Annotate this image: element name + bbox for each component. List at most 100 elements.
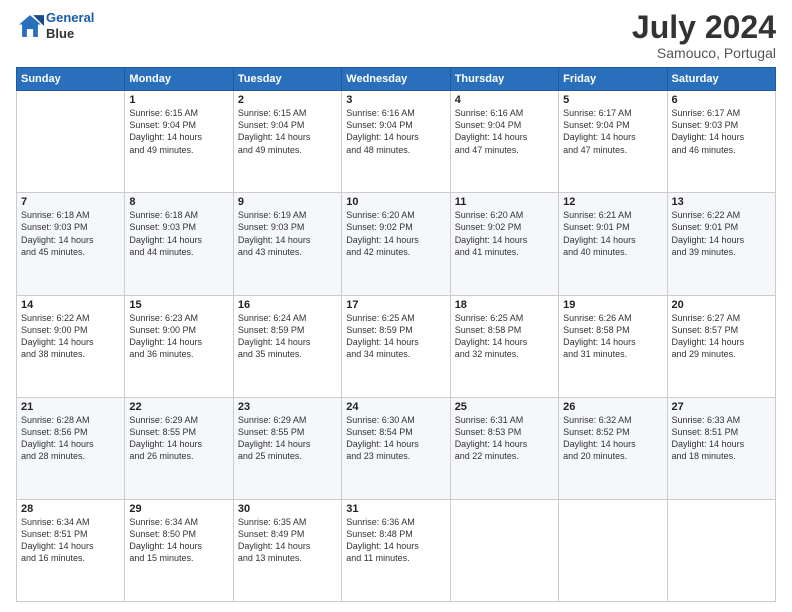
day-number: 1 xyxy=(129,94,228,106)
calendar-cell: 17Sunrise: 6:25 AM Sunset: 8:59 PM Dayli… xyxy=(342,295,450,397)
day-number: 22 xyxy=(129,401,228,413)
calendar-cell: 4Sunrise: 6:16 AM Sunset: 9:04 PM Daylig… xyxy=(450,91,558,193)
logo-line2: Blue xyxy=(46,26,94,42)
cell-info: Sunrise: 6:34 AM Sunset: 8:50 PM Dayligh… xyxy=(129,516,228,565)
calendar-week-3: 14Sunrise: 6:22 AM Sunset: 9:00 PM Dayli… xyxy=(17,295,776,397)
calendar-cell: 10Sunrise: 6:20 AM Sunset: 9:02 PM Dayli… xyxy=(342,193,450,295)
calendar-cell: 26Sunrise: 6:32 AM Sunset: 8:52 PM Dayli… xyxy=(559,397,667,499)
day-number: 5 xyxy=(563,94,662,106)
day-number: 28 xyxy=(21,503,120,515)
calendar-cell: 25Sunrise: 6:31 AM Sunset: 8:53 PM Dayli… xyxy=(450,397,558,499)
calendar-cell: 21Sunrise: 6:28 AM Sunset: 8:56 PM Dayli… xyxy=(17,397,125,499)
cell-info: Sunrise: 6:16 AM Sunset: 9:04 PM Dayligh… xyxy=(455,107,554,156)
day-number: 6 xyxy=(672,94,771,106)
calendar-cell: 16Sunrise: 6:24 AM Sunset: 8:59 PM Dayli… xyxy=(233,295,341,397)
day-number: 23 xyxy=(238,401,337,413)
day-number: 20 xyxy=(672,299,771,311)
location: Samouco, Portugal xyxy=(632,45,776,61)
cell-info: Sunrise: 6:29 AM Sunset: 8:55 PM Dayligh… xyxy=(129,414,228,463)
day-number: 26 xyxy=(563,401,662,413)
cell-info: Sunrise: 6:15 AM Sunset: 9:04 PM Dayligh… xyxy=(238,107,337,156)
calendar-cell: 24Sunrise: 6:30 AM Sunset: 8:54 PM Dayli… xyxy=(342,397,450,499)
day-number: 18 xyxy=(455,299,554,311)
day-header-sunday: Sunday xyxy=(17,68,125,91)
day-number: 9 xyxy=(238,196,337,208)
calendar-cell: 28Sunrise: 6:34 AM Sunset: 8:51 PM Dayli… xyxy=(17,499,125,601)
header: General Blue July 2024 Samouco, Portugal xyxy=(16,10,776,61)
calendar-cell: 2Sunrise: 6:15 AM Sunset: 9:04 PM Daylig… xyxy=(233,91,341,193)
calendar-cell: 5Sunrise: 6:17 AM Sunset: 9:04 PM Daylig… xyxy=(559,91,667,193)
calendar-cell: 15Sunrise: 6:23 AM Sunset: 9:00 PM Dayli… xyxy=(125,295,233,397)
cell-info: Sunrise: 6:16 AM Sunset: 9:04 PM Dayligh… xyxy=(346,107,445,156)
day-number: 2 xyxy=(238,94,337,106)
day-number: 30 xyxy=(238,503,337,515)
days-header-row: SundayMondayTuesdayWednesdayThursdayFrid… xyxy=(17,68,776,91)
cell-info: Sunrise: 6:15 AM Sunset: 9:04 PM Dayligh… xyxy=(129,107,228,156)
calendar-cell: 12Sunrise: 6:21 AM Sunset: 9:01 PM Dayli… xyxy=(559,193,667,295)
calendar-week-5: 28Sunrise: 6:34 AM Sunset: 8:51 PM Dayli… xyxy=(17,499,776,601)
day-number: 12 xyxy=(563,196,662,208)
day-number: 7 xyxy=(21,196,120,208)
day-number: 21 xyxy=(21,401,120,413)
cell-info: Sunrise: 6:34 AM Sunset: 8:51 PM Dayligh… xyxy=(21,516,120,565)
calendar-week-1: 1Sunrise: 6:15 AM Sunset: 9:04 PM Daylig… xyxy=(17,91,776,193)
calendar-cell xyxy=(450,499,558,601)
day-header-tuesday: Tuesday xyxy=(233,68,341,91)
cell-info: Sunrise: 6:21 AM Sunset: 9:01 PM Dayligh… xyxy=(563,209,662,258)
calendar-week-2: 7Sunrise: 6:18 AM Sunset: 9:03 PM Daylig… xyxy=(17,193,776,295)
day-header-saturday: Saturday xyxy=(667,68,775,91)
calendar-cell: 22Sunrise: 6:29 AM Sunset: 8:55 PM Dayli… xyxy=(125,397,233,499)
cell-info: Sunrise: 6:25 AM Sunset: 8:58 PM Dayligh… xyxy=(455,312,554,361)
cell-info: Sunrise: 6:28 AM Sunset: 8:56 PM Dayligh… xyxy=(21,414,120,463)
calendar-cell: 1Sunrise: 6:15 AM Sunset: 9:04 PM Daylig… xyxy=(125,91,233,193)
calendar-cell: 27Sunrise: 6:33 AM Sunset: 8:51 PM Dayli… xyxy=(667,397,775,499)
calendar-cell: 8Sunrise: 6:18 AM Sunset: 9:03 PM Daylig… xyxy=(125,193,233,295)
cell-info: Sunrise: 6:26 AM Sunset: 8:58 PM Dayligh… xyxy=(563,312,662,361)
logo-text: General Blue xyxy=(46,10,94,41)
calendar-cell: 7Sunrise: 6:18 AM Sunset: 9:03 PM Daylig… xyxy=(17,193,125,295)
calendar-cell: 23Sunrise: 6:29 AM Sunset: 8:55 PM Dayli… xyxy=(233,397,341,499)
cell-info: Sunrise: 6:30 AM Sunset: 8:54 PM Dayligh… xyxy=(346,414,445,463)
cell-info: Sunrise: 6:18 AM Sunset: 9:03 PM Dayligh… xyxy=(129,209,228,258)
day-header-wednesday: Wednesday xyxy=(342,68,450,91)
cell-info: Sunrise: 6:27 AM Sunset: 8:57 PM Dayligh… xyxy=(672,312,771,361)
day-number: 15 xyxy=(129,299,228,311)
calendar-cell xyxy=(17,91,125,193)
cell-info: Sunrise: 6:19 AM Sunset: 9:03 PM Dayligh… xyxy=(238,209,337,258)
day-number: 10 xyxy=(346,196,445,208)
cell-info: Sunrise: 6:31 AM Sunset: 8:53 PM Dayligh… xyxy=(455,414,554,463)
calendar-cell: 18Sunrise: 6:25 AM Sunset: 8:58 PM Dayli… xyxy=(450,295,558,397)
day-header-friday: Friday xyxy=(559,68,667,91)
title-block: July 2024 Samouco, Portugal xyxy=(632,10,776,61)
calendar-cell: 9Sunrise: 6:19 AM Sunset: 9:03 PM Daylig… xyxy=(233,193,341,295)
cell-info: Sunrise: 6:18 AM Sunset: 9:03 PM Dayligh… xyxy=(21,209,120,258)
day-number: 4 xyxy=(455,94,554,106)
calendar-week-4: 21Sunrise: 6:28 AM Sunset: 8:56 PM Dayli… xyxy=(17,397,776,499)
calendar-cell: 14Sunrise: 6:22 AM Sunset: 9:00 PM Dayli… xyxy=(17,295,125,397)
cell-info: Sunrise: 6:33 AM Sunset: 8:51 PM Dayligh… xyxy=(672,414,771,463)
cell-info: Sunrise: 6:22 AM Sunset: 9:01 PM Dayligh… xyxy=(672,209,771,258)
logo: General Blue xyxy=(16,10,94,41)
cell-info: Sunrise: 6:24 AM Sunset: 8:59 PM Dayligh… xyxy=(238,312,337,361)
calendar-cell: 3Sunrise: 6:16 AM Sunset: 9:04 PM Daylig… xyxy=(342,91,450,193)
day-number: 14 xyxy=(21,299,120,311)
page: General Blue July 2024 Samouco, Portugal… xyxy=(0,0,792,612)
calendar-cell: 29Sunrise: 6:34 AM Sunset: 8:50 PM Dayli… xyxy=(125,499,233,601)
month-year: July 2024 xyxy=(632,10,776,45)
calendar-cell: 13Sunrise: 6:22 AM Sunset: 9:01 PM Dayli… xyxy=(667,193,775,295)
day-number: 24 xyxy=(346,401,445,413)
day-number: 8 xyxy=(129,196,228,208)
cell-info: Sunrise: 6:29 AM Sunset: 8:55 PM Dayligh… xyxy=(238,414,337,463)
day-number: 3 xyxy=(346,94,445,106)
cell-info: Sunrise: 6:35 AM Sunset: 8:49 PM Dayligh… xyxy=(238,516,337,565)
calendar-table: SundayMondayTuesdayWednesdayThursdayFrid… xyxy=(16,67,776,602)
day-number: 29 xyxy=(129,503,228,515)
day-number: 13 xyxy=(672,196,771,208)
cell-info: Sunrise: 6:20 AM Sunset: 9:02 PM Dayligh… xyxy=(346,209,445,258)
day-number: 27 xyxy=(672,401,771,413)
cell-info: Sunrise: 6:17 AM Sunset: 9:03 PM Dayligh… xyxy=(672,107,771,156)
day-number: 19 xyxy=(563,299,662,311)
calendar-cell: 19Sunrise: 6:26 AM Sunset: 8:58 PM Dayli… xyxy=(559,295,667,397)
cell-info: Sunrise: 6:22 AM Sunset: 9:00 PM Dayligh… xyxy=(21,312,120,361)
logo-icon xyxy=(16,12,44,40)
